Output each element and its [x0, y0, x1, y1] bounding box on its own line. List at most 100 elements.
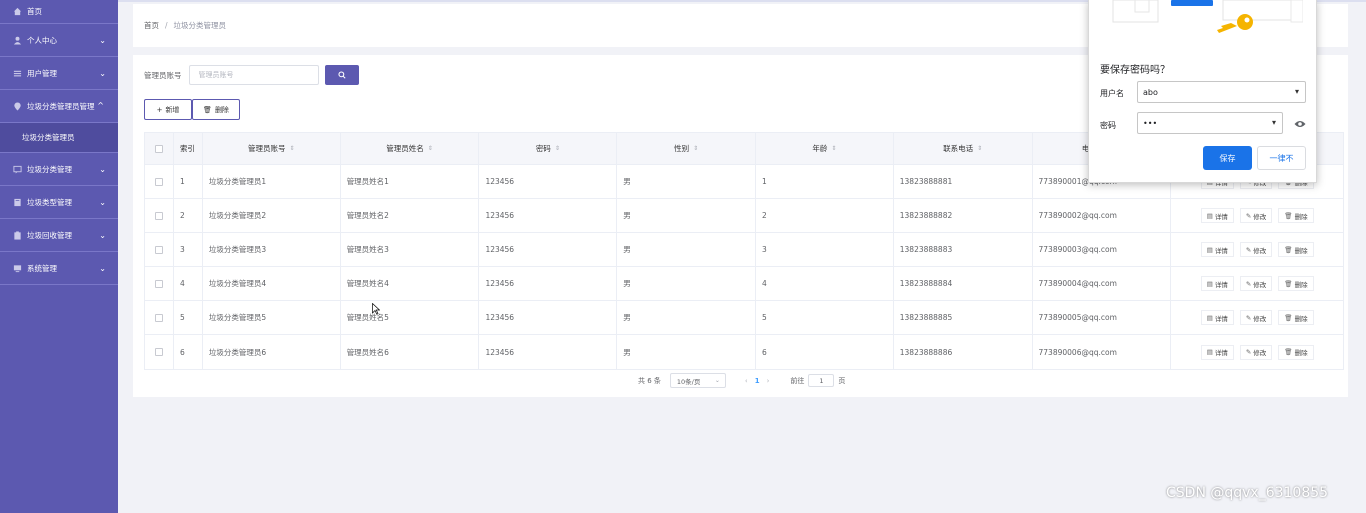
sidebar-item-home[interactable]: 首页 [0, 0, 118, 24]
header-label: 性别 [674, 144, 690, 153]
cell-name: 管理员姓名4 [341, 267, 480, 300]
header-account[interactable]: 管理员账号 ⇕ [203, 133, 341, 164]
prev-page-icon[interactable]: ‹ [745, 377, 748, 385]
trash-icon: 🗑 [1284, 313, 1293, 322]
detail-icon: ▤ [1206, 279, 1213, 288]
edit-button[interactable]: ✎修改 [1239, 276, 1273, 291]
username-field[interactable]: abo ▾ [1137, 81, 1306, 103]
edit-button[interactable]: ✎修改 [1239, 344, 1273, 360]
breadcrumb-current: 垃圾分类管理员 [173, 21, 227, 30]
sidebar-item-garbage-type[interactable]: 垃圾类型管理 ⌄ [0, 186, 118, 219]
cell-index: 5 [174, 301, 203, 334]
home-icon [12, 7, 22, 17]
sidebar-item-personal-center[interactable]: 个人中心 ⌄ [0, 24, 118, 57]
row-select[interactable] [145, 233, 174, 266]
sidebar-item-garbage-admin-management[interactable]: 垃圾分类管理员管理 ^ [0, 90, 118, 123]
trash-icon: 🗑 [1284, 211, 1293, 220]
delete-button[interactable]: 🗑删除 [1278, 310, 1314, 325]
page-size-value: 10条/页 [676, 377, 701, 386]
sort-icon[interactable]: ⇕ [555, 145, 560, 152]
sidebar-item-garbage-classification[interactable]: 垃圾分类管理 ⌄ [0, 153, 118, 186]
chevron-down-icon: ⌄ [99, 264, 106, 273]
sidebar-item-label: 系统管理 [27, 263, 57, 273]
page-size-select[interactable]: 10条/页 ⌄ [669, 373, 726, 388]
detail-button[interactable]: ▤详情 [1200, 208, 1234, 223]
save-password-button[interactable]: 保存 [1203, 146, 1252, 170]
delete-button[interactable]: 🗑删除 [1278, 208, 1314, 223]
sidebar-item-label: 用户管理 [27, 68, 57, 78]
cell-account: 垃圾分类管理员6 [203, 335, 341, 369]
sort-icon[interactable]: ⇕ [831, 145, 836, 152]
table-row: 3 垃圾分类管理员3 管理员姓名3 123456 男 3 13823888883 773890… [145, 233, 1343, 267]
edit-button[interactable]: ✎修改 [1239, 208, 1273, 223]
detail-button[interactable]: ▤详情 [1200, 242, 1234, 257]
header-label: 年龄 [812, 144, 828, 153]
sidebar-item-user-management[interactable]: 用户管理 ⌄ [0, 57, 118, 90]
next-page-icon[interactable]: › [767, 377, 770, 385]
header-name[interactable]: 管理员姓名 ⇕ [341, 133, 480, 164]
goto-page-input[interactable] [808, 374, 835, 387]
delete-button[interactable]: 🗑删除 [1278, 276, 1314, 291]
eye-icon[interactable] [1294, 118, 1306, 130]
detail-button[interactable]: ▤详情 [1200, 310, 1234, 325]
detail-button-label: 详情 [1214, 349, 1228, 357]
delete-button[interactable]: 🗑删除 [1278, 242, 1314, 257]
header-sex[interactable]: 性别 ⇕ [617, 133, 756, 164]
table-row: 5 垃圾分类管理员5 管理员姓名5 123456 男 5 13823888885 773890… [145, 301, 1343, 335]
edit-button[interactable]: ✎修改 [1239, 310, 1273, 325]
current-page[interactable]: 1 [755, 377, 760, 385]
sort-icon[interactable]: ⇕ [428, 145, 433, 152]
search-label: 管理员账号 [144, 70, 182, 80]
header-select-all[interactable] [145, 133, 174, 164]
row-select[interactable] [145, 165, 174, 198]
detail-button[interactable]: ▤详情 [1200, 276, 1234, 291]
checkbox[interactable] [154, 177, 163, 186]
sidebar-subitem-garbage-admin[interactable]: 垃圾分类管理员 [0, 123, 118, 153]
search-button[interactable] [324, 65, 359, 85]
detail-icon: ▤ [1206, 245, 1213, 254]
detail-button[interactable]: ▤详情 [1200, 344, 1234, 360]
goto-label: 前往 [790, 376, 805, 385]
clipboard-icon [12, 230, 22, 240]
sort-icon[interactable]: ⇕ [290, 145, 295, 152]
search-input[interactable] [188, 65, 319, 85]
delete-button[interactable]: 🗑删除 [1278, 344, 1314, 360]
sidebar-item-garbage-recycling[interactable]: 垃圾回收管理 ⌄ [0, 219, 118, 252]
save-password-popup: 要保存密码吗？ 用户名 abo ▾ 密码 ••• ▾ 保存 一律不 [1088, 0, 1317, 183]
header-age[interactable]: 年龄 ⇕ [756, 133, 894, 164]
header-phone[interactable]: 联系电话 ⇕ [894, 133, 1033, 164]
breadcrumb-home[interactable]: 首页 [144, 20, 159, 31]
row-select[interactable] [145, 199, 174, 232]
never-save-button[interactable]: 一律不 [1257, 146, 1306, 170]
edit-button[interactable]: ✎修改 [1239, 242, 1273, 257]
row-select[interactable] [145, 267, 174, 300]
checkbox[interactable] [154, 211, 163, 220]
header-label: 密码 [535, 144, 551, 153]
row-actions: ▤详情 ✎修改 🗑删除 [1171, 233, 1343, 266]
header-password[interactable]: 密码 ⇕ [479, 133, 618, 164]
watermark: CSDN @qqvx_6310855 [1166, 485, 1329, 501]
cell-email: 773890006@qq.com [1033, 335, 1172, 369]
checkbox[interactable] [154, 144, 163, 153]
edit-icon: ✎ [1245, 313, 1252, 322]
checkbox[interactable] [154, 279, 163, 288]
checkbox[interactable] [154, 313, 163, 322]
trash-icon: 🗑 [203, 105, 212, 114]
dropdown-arrow-icon[interactable]: ▾ [1272, 118, 1276, 127]
cell-sex: 男 [617, 267, 756, 300]
add-button[interactable]: + 新增 [144, 99, 192, 120]
search-bar: 管理员账号 [144, 65, 359, 85]
sort-icon[interactable]: ⇕ [693, 145, 698, 152]
row-select[interactable] [145, 301, 174, 334]
checkbox[interactable] [154, 348, 163, 356]
batch-delete-button[interactable]: 🗑 删除 [192, 99, 240, 120]
cell-index: 1 [174, 165, 203, 198]
row-select[interactable] [145, 335, 174, 369]
sort-icon[interactable]: ⇕ [977, 145, 982, 152]
sidebar-item-label: 垃圾分类管理 [27, 164, 72, 174]
sidebar-item-system-management[interactable]: 系统管理 ⌄ [0, 252, 118, 285]
sidebar-item-label: 个人中心 [27, 35, 57, 45]
dropdown-arrow-icon[interactable]: ▾ [1295, 87, 1299, 96]
checkbox[interactable] [154, 245, 163, 254]
password-field[interactable]: ••• ▾ [1137, 112, 1283, 134]
